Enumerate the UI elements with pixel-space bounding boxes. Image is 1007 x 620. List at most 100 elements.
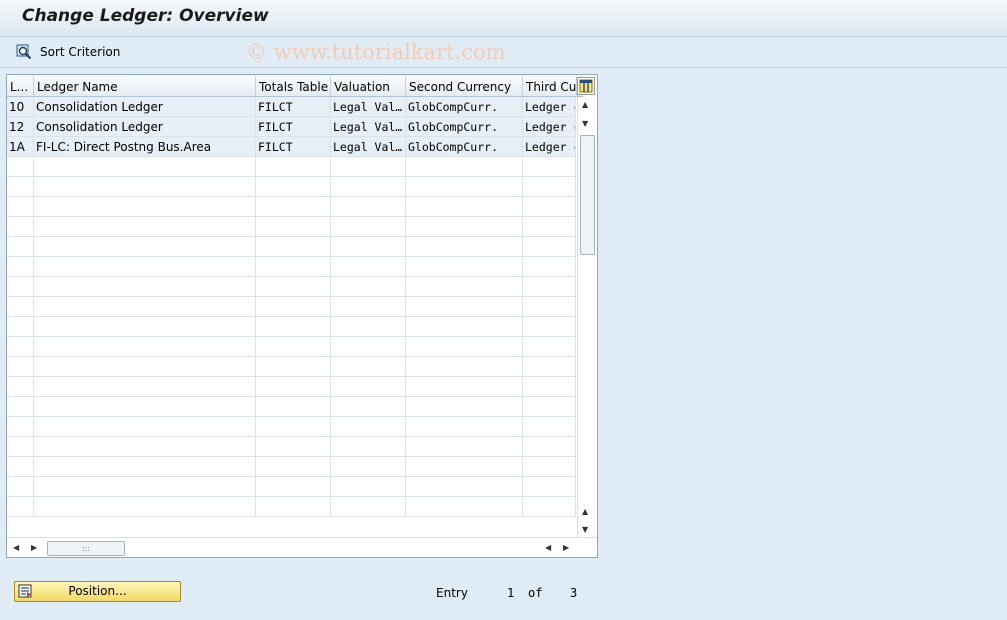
cell-ledger <box>7 337 34 357</box>
cell-valuation[interactable]: Legal Val… <box>331 137 406 157</box>
cell-second-currency <box>406 397 523 417</box>
cell-ledger-name <box>34 217 256 237</box>
scroll-up-top-icon[interactable]: ▲ <box>582 100 588 109</box>
cell-totals-table[interactable]: FILCT <box>256 117 331 137</box>
empty-table-row <box>7 297 576 317</box>
title-bar: Change Ledger: Overview <box>0 0 1007 37</box>
cell-totals-table[interactable]: FILCT <box>256 137 331 157</box>
cell-third-currency <box>523 437 576 457</box>
cell-second-currency[interactable]: GlobCompCurr. <box>406 97 523 117</box>
cell-ledger-name <box>34 497 256 517</box>
cell-valuation[interactable]: Legal Val… <box>331 97 406 117</box>
sort-criterion-button[interactable]: Sort Criterion <box>16 41 120 63</box>
entry-current: 1 <box>507 586 515 600</box>
cell-second-currency <box>406 497 523 517</box>
col-header-third-currency[interactable]: Third Cur <box>523 76 577 96</box>
entry-label: Entry <box>436 586 468 600</box>
entry-total: 3 <box>570 586 578 600</box>
cell-ledger-name <box>34 417 256 437</box>
scroll-right-end-icon[interactable]: ▶ <box>563 543 569 552</box>
cell-third-currency[interactable]: Ledger c <box>523 137 576 157</box>
cell-ledger <box>7 217 34 237</box>
cell-totals-table[interactable]: FILCT <box>256 97 331 117</box>
cell-ledger[interactable]: 12 <box>7 117 34 137</box>
sort-search-icon <box>16 44 32 60</box>
cell-ledger <box>7 317 34 337</box>
cell-totals-table <box>256 197 331 217</box>
cell-valuation <box>331 257 406 277</box>
cell-second-currency <box>406 257 523 277</box>
cell-totals-table <box>256 297 331 317</box>
cell-valuation <box>331 417 406 437</box>
col-header-valuation[interactable]: Valuation <box>331 76 406 96</box>
vertical-scrollbar[interactable]: ▲ ▼ ▲ ▼ <box>577 97 597 537</box>
watermark: © www.tutorialkart.com <box>246 40 506 64</box>
cell-ledger <box>7 397 34 417</box>
cell-ledger[interactable]: 1A <box>7 137 34 157</box>
scroll-right-icon[interactable]: ▶ <box>31 543 37 552</box>
cell-totals-table <box>256 257 331 277</box>
cell-third-currency <box>523 177 576 197</box>
cell-ledger-name[interactable]: Consolidation Ledger <box>34 117 256 137</box>
cell-second-currency <box>406 357 523 377</box>
cell-second-currency[interactable]: GlobCompCurr. <box>406 117 523 137</box>
cell-ledger-name <box>34 157 256 177</box>
cell-totals-table <box>256 377 331 397</box>
table-row[interactable]: 10 Consolidation Ledger FILCT Legal Val… Glo… <box>7 97 576 117</box>
cell-valuation <box>331 177 406 197</box>
horizontal-scrollbar[interactable]: ◀ ▶ ::: ◀ ▶ <box>7 537 597 557</box>
cell-ledger-name <box>34 177 256 197</box>
cell-totals-table <box>256 317 331 337</box>
empty-table-row <box>7 337 576 357</box>
cell-ledger[interactable]: 10 <box>7 97 34 117</box>
table-row[interactable]: 12 Consolidation Ledger FILCT Legal Val… Glo… <box>7 117 576 137</box>
scroll-left-icon[interactable]: ◀ <box>13 543 19 552</box>
cell-ledger <box>7 237 34 257</box>
col-header-second-currency[interactable]: Second Currency <box>406 76 523 96</box>
scroll-left-end-icon[interactable]: ◀ <box>545 543 551 552</box>
scroll-down-bottom-icon[interactable]: ▼ <box>582 525 588 534</box>
cell-ledger <box>7 197 34 217</box>
cell-ledger-name <box>34 397 256 417</box>
scroll-down-top-icon[interactable]: ▼ <box>582 119 588 128</box>
cell-valuation <box>331 297 406 317</box>
cell-ledger-name <box>34 277 256 297</box>
col-header-ledger[interactable]: L... <box>7 76 34 96</box>
scroll-up-bottom-icon[interactable]: ▲ <box>582 507 588 516</box>
cell-third-currency <box>523 477 576 497</box>
cell-totals-table <box>256 437 331 457</box>
horizontal-scroll-thumb[interactable]: ::: <box>47 541 125 556</box>
cell-ledger <box>7 477 34 497</box>
table-row[interactable]: 1A FI-LC: Direct Postng Bus.Area FILCT Lega… <box>7 137 576 157</box>
cell-ledger-name[interactable]: Consolidation Ledger <box>34 97 256 117</box>
col-header-totals-table[interactable]: Totals Table <box>256 76 331 96</box>
cell-second-currency <box>406 277 523 297</box>
ledger-table: L... Ledger Name Totals Table Valuation … <box>6 74 598 558</box>
cell-ledger-name[interactable]: FI-LC: Direct Postng Bus.Area <box>34 137 256 157</box>
cell-third-currency <box>523 237 576 257</box>
position-button[interactable]: Position... <box>14 581 181 602</box>
col-header-ledger-name[interactable]: Ledger Name <box>34 76 256 96</box>
empty-table-row <box>7 157 576 177</box>
cell-third-currency[interactable]: Ledger c <box>523 97 576 117</box>
cell-second-currency <box>406 217 523 237</box>
cell-ledger <box>7 157 34 177</box>
cell-second-currency[interactable]: GlobCompCurr. <box>406 137 523 157</box>
cell-totals-table <box>256 217 331 237</box>
cell-valuation <box>331 217 406 237</box>
cell-second-currency <box>406 377 523 397</box>
cell-third-currency <box>523 417 576 437</box>
page-title: Change Ledger: Overview <box>22 6 269 26</box>
cell-valuation <box>331 377 406 397</box>
cell-third-currency[interactable]: Ledger c <box>523 117 576 137</box>
cell-valuation <box>331 197 406 217</box>
column-settings-icon[interactable] <box>577 77 595 95</box>
cell-ledger-name <box>34 457 256 477</box>
cell-valuation[interactable]: Legal Val… <box>331 117 406 137</box>
cell-ledger <box>7 377 34 397</box>
vertical-scroll-thumb[interactable] <box>580 135 595 255</box>
cell-valuation <box>331 437 406 457</box>
cell-valuation <box>331 497 406 517</box>
empty-table-row <box>7 417 576 437</box>
cell-ledger-name <box>34 237 256 257</box>
